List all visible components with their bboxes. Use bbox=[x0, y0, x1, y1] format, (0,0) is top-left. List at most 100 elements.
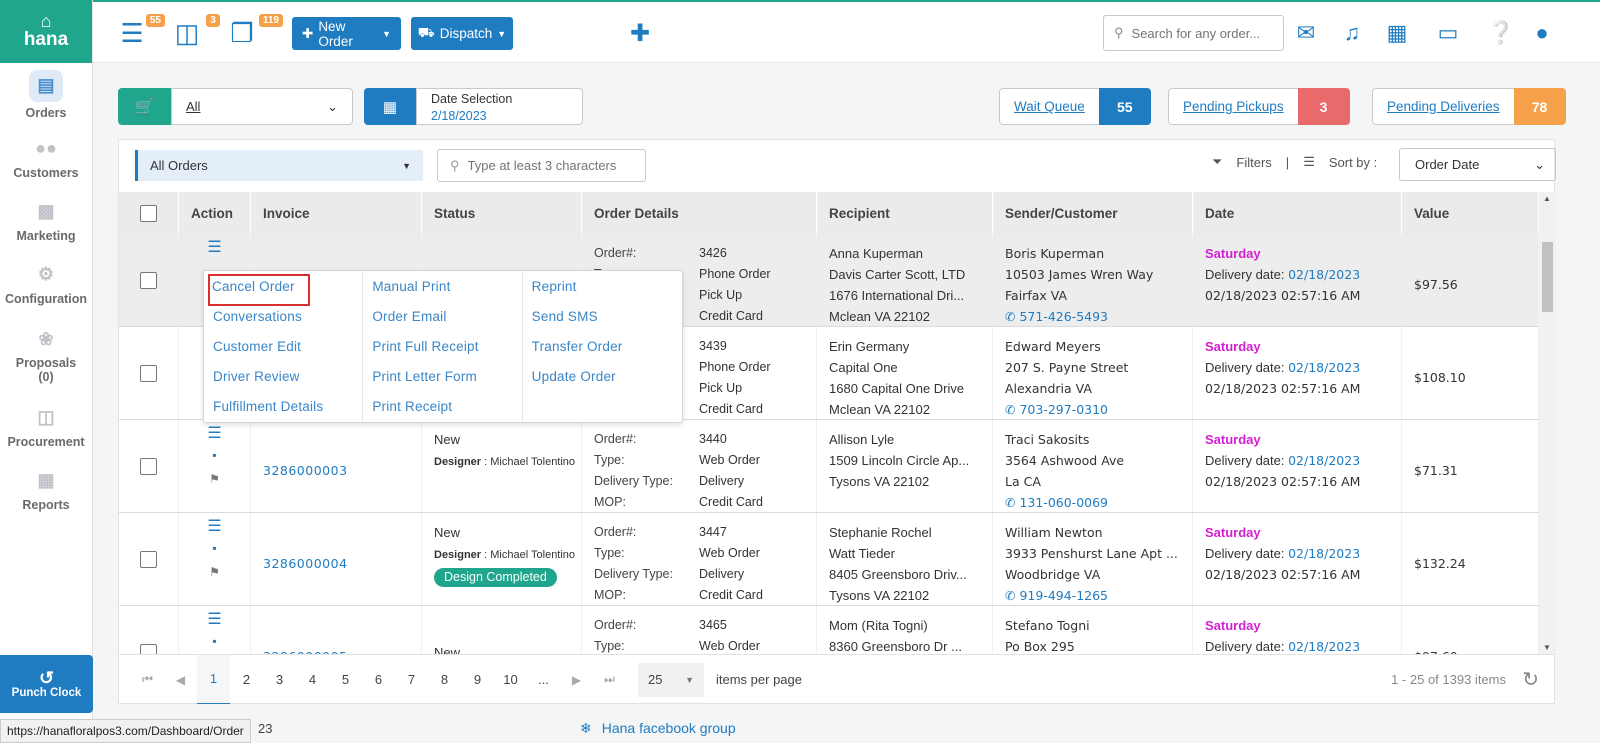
invoice-link[interactable]: 3286000004 bbox=[263, 553, 348, 574]
punch-clock-button[interactable]: ↺ Punch Clock bbox=[0, 655, 93, 713]
wait-queue[interactable]: Wait Queue 55 bbox=[999, 88, 1151, 125]
queue-stack-icon[interactable]: ☰ 55 bbox=[115, 14, 165, 50]
store-select[interactable]: All ⌄ bbox=[171, 88, 353, 125]
wait-queue-label[interactable]: Wait Queue bbox=[999, 88, 1099, 125]
page-number[interactable]: 4 bbox=[296, 672, 329, 687]
hana-logo[interactable]: ⌂ hana bbox=[0, 0, 92, 63]
header-date[interactable]: Date bbox=[1193, 192, 1402, 234]
mail-icon[interactable]: ✉ bbox=[1293, 20, 1319, 46]
filters-button[interactable]: Filters bbox=[1236, 155, 1271, 170]
sender-phone[interactable]: ✆ 919-494-1265 bbox=[1005, 585, 1192, 606]
invoice-link[interactable]: 3286000003 bbox=[263, 460, 348, 481]
flag-icon[interactable]: ⚑ bbox=[209, 469, 220, 490]
new-order-button[interactable]: ✚ New Order ▼ bbox=[292, 17, 401, 50]
sidebar-item-configuration[interactable]: ⚙ Configuration bbox=[0, 252, 92, 315]
page-number[interactable]: 10 bbox=[494, 672, 527, 687]
sidebar-item-customers[interactable]: ●● Customers bbox=[0, 126, 92, 189]
action-menu-item[interactable]: Fulfillment Details bbox=[213, 395, 362, 425]
orders-filter-select[interactable]: All Orders ▼ bbox=[135, 150, 423, 181]
page-number[interactable]: 2 bbox=[230, 672, 263, 687]
sort-by-select[interactable]: Order Date ⌄ bbox=[1399, 148, 1556, 181]
header-sender[interactable]: Sender/Customer bbox=[993, 192, 1193, 234]
scroll-down-icon[interactable]: ▼ bbox=[1543, 643, 1551, 652]
action-menu-item[interactable]: Manual Print bbox=[372, 275, 521, 305]
global-search[interactable]: ⚲ bbox=[1103, 15, 1284, 51]
scrollbar-thumb[interactable] bbox=[1542, 242, 1553, 312]
date-selection[interactable]: Date Selection 2/18/2023 bbox=[416, 88, 583, 125]
table-row[interactable]: ☰ ▪ ⚑ 3286000003 New Designer : Michael T… bbox=[119, 420, 1539, 513]
pending-deliveries[interactable]: Pending Deliveries 78 bbox=[1372, 88, 1566, 125]
dispatch-button[interactable]: ⛟ Dispatch ▼ bbox=[411, 17, 513, 50]
select-all-checkbox[interactable] bbox=[140, 204, 157, 222]
pending-pickups[interactable]: Pending Pickups 3 bbox=[1168, 88, 1350, 125]
action-menu-item[interactable]: Print Full Receipt bbox=[372, 335, 521, 365]
sidebar-item-marketing[interactable]: ▩ Marketing bbox=[0, 189, 92, 252]
invoice-link[interactable]: 3286000005 bbox=[263, 646, 348, 654]
last-page-icon[interactable]: ⏭ bbox=[593, 672, 626, 687]
action-menu-item[interactable]: Driver Review bbox=[213, 365, 362, 395]
pending-deliveries-label[interactable]: Pending Deliveries bbox=[1372, 88, 1514, 125]
table-row[interactable]: ☰ ▪ 3286000005 New Order#: 3465 Type: Web O… bbox=[119, 606, 1539, 654]
hamburger-menu-icon[interactable]: ☰ bbox=[207, 240, 221, 256]
page-number[interactable]: 5 bbox=[329, 672, 362, 687]
bell-icon[interactable]: ♫ bbox=[1339, 20, 1365, 46]
action-menu-item[interactable]: Send SMS bbox=[532, 305, 682, 335]
page-number[interactable]: 1 bbox=[197, 654, 230, 705]
action-menu-item[interactable]: Cancel Order bbox=[208, 274, 310, 306]
facebook-link[interactable]: ❄ Hana facebook group bbox=[580, 720, 746, 737]
user-icon[interactable]: ● bbox=[1529, 20, 1555, 46]
header-invoice[interactable]: Invoice bbox=[251, 192, 422, 234]
calendar-icon[interactable]: ▦ bbox=[364, 88, 416, 125]
action-menu-item[interactable]: Customer Edit bbox=[213, 335, 362, 365]
order-search[interactable]: ⚲ bbox=[437, 149, 646, 182]
filter-icon[interactable]: ⏷ bbox=[1212, 154, 1222, 170]
header-recipient[interactable]: Recipient bbox=[817, 192, 993, 234]
basket-icon[interactable]: ◫ 3 bbox=[170, 14, 220, 50]
row-checkbox[interactable] bbox=[140, 271, 157, 289]
action-menu-item[interactable]: Order Email bbox=[372, 305, 521, 335]
action-menu-item[interactable]: Reprint bbox=[532, 275, 682, 305]
hamburger-menu-icon[interactable]: ☰ bbox=[207, 519, 221, 535]
hamburger-menu-icon[interactable]: ☰ bbox=[207, 426, 221, 442]
pending-deliveries-count[interactable]: 78 bbox=[1513, 88, 1566, 125]
page-number[interactable]: 9 bbox=[461, 672, 494, 687]
prev-page-icon[interactable]: ◀ bbox=[164, 673, 197, 687]
sidebar-item-proposals[interactable]: ❀ Proposals (0) bbox=[0, 315, 92, 395]
header-status[interactable]: Status bbox=[422, 192, 582, 234]
row-checkbox[interactable] bbox=[140, 457, 157, 475]
row-checkbox[interactable] bbox=[140, 364, 157, 382]
page-number[interactable]: 8 bbox=[428, 672, 461, 687]
pending-pickups-count[interactable]: 3 bbox=[1297, 88, 1350, 125]
sender-phone[interactable]: ✆ 703-297-0310 bbox=[1005, 399, 1192, 420]
action-menu-item[interactable]: Transfer Order bbox=[532, 335, 682, 365]
page-number[interactable]: 3 bbox=[263, 672, 296, 687]
calendar-icon[interactable]: ▦ bbox=[1384, 20, 1410, 46]
first-page-icon[interactable]: ⏮ bbox=[131, 672, 164, 687]
help-icon[interactable]: ❔ bbox=[1487, 20, 1514, 46]
page-number[interactable]: 6 bbox=[362, 672, 395, 687]
copy-orders-icon[interactable]: ❐ 119 bbox=[225, 14, 283, 50]
pending-pickups-label[interactable]: Pending Pickups bbox=[1168, 88, 1298, 125]
action-menu-item[interactable]: Print Letter Form bbox=[372, 365, 521, 395]
action-menu-item[interactable]: Update Order bbox=[532, 365, 682, 395]
table-scrollbar[interactable]: ▲ ▼ bbox=[1539, 192, 1556, 654]
refresh-icon[interactable]: ↻ bbox=[1522, 667, 1539, 692]
header-value[interactable]: Value bbox=[1402, 192, 1539, 234]
order-search-input[interactable] bbox=[467, 158, 638, 173]
per-page-select[interactable]: 25 ▼ bbox=[638, 662, 704, 697]
sidebar-item-orders[interactable]: ▤ Orders bbox=[0, 63, 92, 126]
header-order-details[interactable]: Order Details bbox=[582, 192, 817, 234]
sidebar-item-procurement[interactable]: ◫ Procurement bbox=[0, 395, 92, 458]
note-icon[interactable]: ▪ bbox=[212, 445, 216, 466]
next-page-icon[interactable]: ▶ bbox=[560, 673, 593, 687]
action-menu-item[interactable]: Conversations bbox=[213, 305, 362, 335]
flag-icon[interactable]: ⚑ bbox=[209, 562, 220, 583]
hamburger-menu-icon[interactable]: ☰ bbox=[207, 612, 221, 628]
note-icon[interactable]: ▪ bbox=[212, 538, 216, 559]
page-number[interactable]: 7 bbox=[395, 672, 428, 687]
sender-phone[interactable]: ✆ 131-060-0069 bbox=[1005, 492, 1192, 513]
page-number[interactable]: ... bbox=[527, 672, 560, 687]
action-menu-item[interactable]: Print Receipt bbox=[372, 395, 521, 425]
sidebar-item-reports[interactable]: ▦ Reports bbox=[0, 458, 92, 521]
cart-icon[interactable]: 🛒 bbox=[118, 88, 171, 125]
